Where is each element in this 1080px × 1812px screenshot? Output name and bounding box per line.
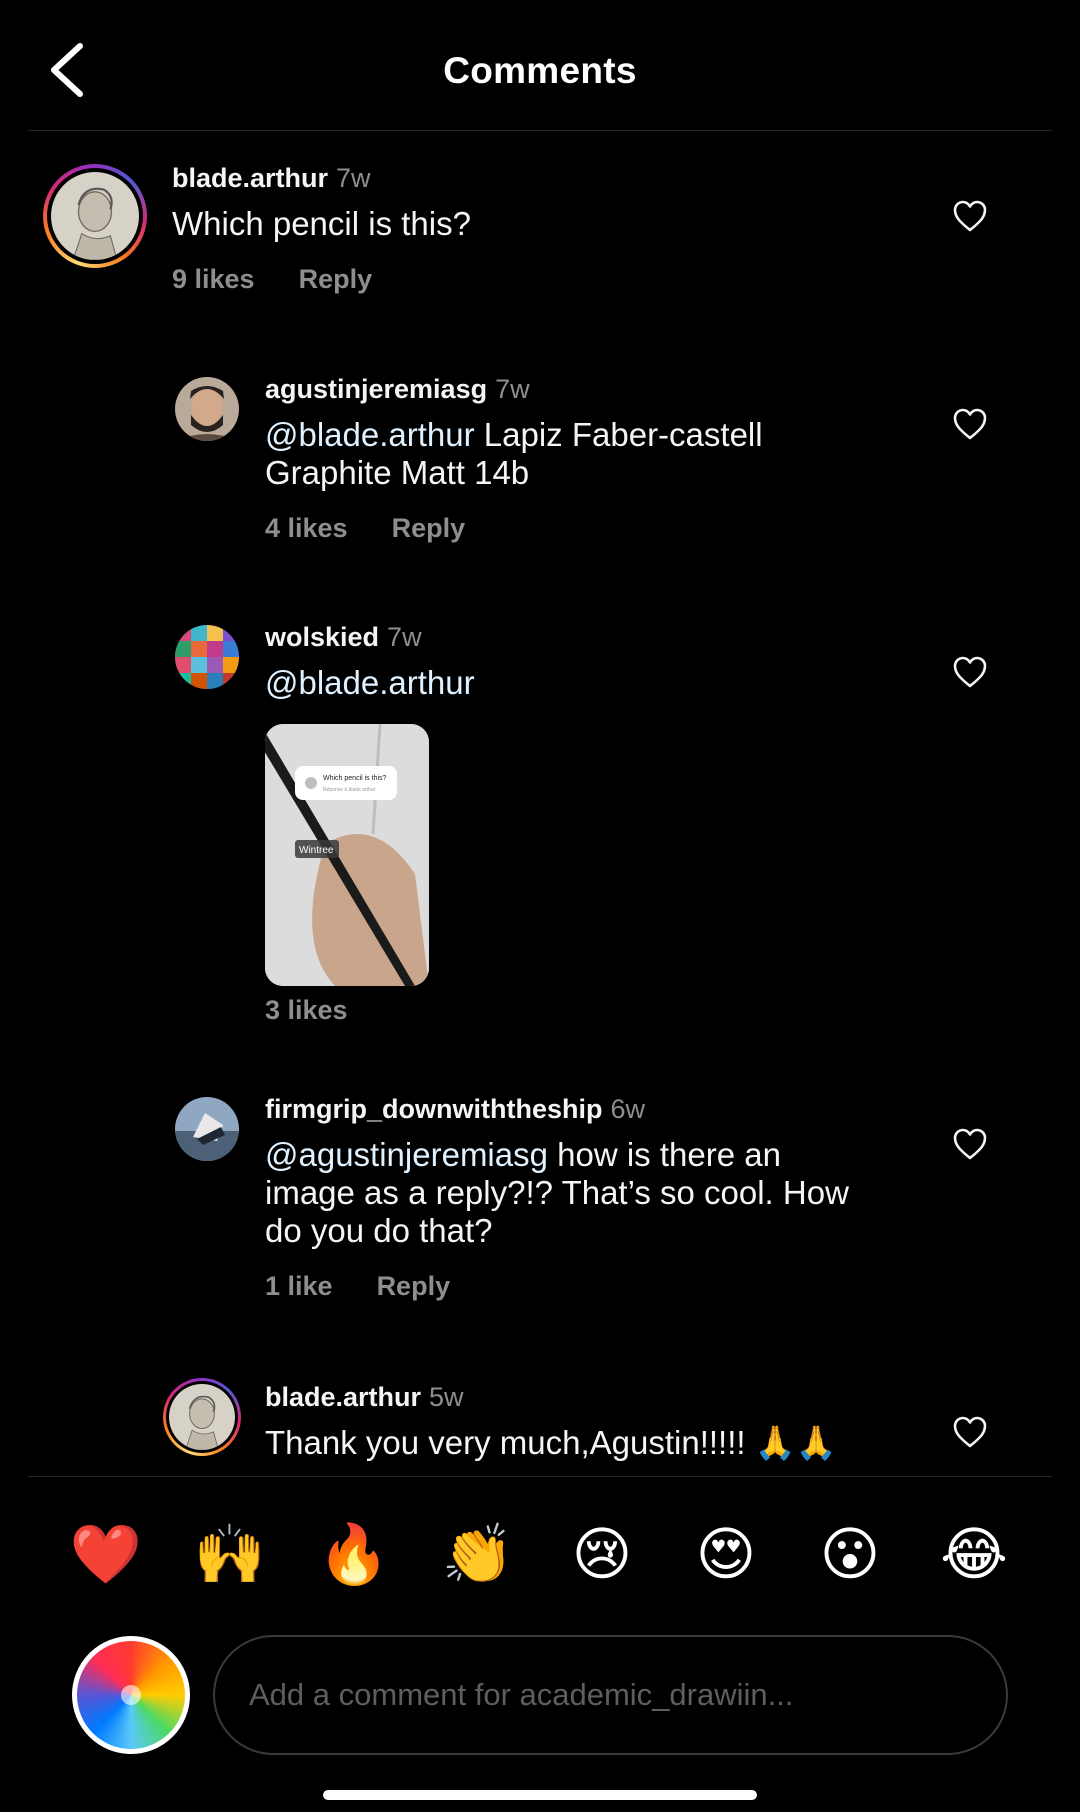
comment-time: 6w: [610, 1094, 646, 1124]
comment-username[interactable]: blade.arthur: [172, 163, 328, 193]
comment-time: 7w: [387, 622, 422, 652]
reply-item: wolskied 7w @blade.arthur Which pencil is…: [0, 607, 1080, 1027]
heart-icon[interactable]: [952, 199, 988, 233]
mention-link[interactable]: @agustinjeremiasg: [265, 1136, 548, 1173]
reply-item: agustinjeremiasg 7w @blade.arthur Lapiz F…: [0, 359, 1080, 579]
composer-avatar[interactable]: [72, 1636, 190, 1754]
avatar[interactable]: [43, 164, 147, 268]
comment-username[interactable]: firmgrip_downwiththeship: [265, 1094, 603, 1124]
avatar[interactable]: [175, 377, 239, 441]
home-indicator[interactable]: [323, 1790, 757, 1800]
comment-actions: 4 likes Reply: [265, 513, 509, 544]
likes-count[interactable]: 4 likes: [265, 513, 348, 543]
comment-text-line: do you do that?: [265, 1212, 493, 1249]
comment-actions: 3 likes: [265, 995, 392, 1026]
avatar-sketch-image: [51, 172, 139, 260]
comment-text: @agustinjeremiasg how is there an image …: [265, 1136, 849, 1250]
comments-screen: Comments blade.arthur7w Which pencil is: [0, 0, 1080, 1812]
comment-meta: firmgrip_downwiththeship 6w: [265, 1094, 645, 1125]
comment-meta: blade.arthur 5w: [265, 1382, 464, 1413]
card-title: Which pencil is this?: [323, 775, 387, 782]
emoji-fire[interactable]: 🔥: [314, 1515, 394, 1595]
pencil-photo-image: Which pencil is this? Réponse à blade.ar…: [265, 724, 429, 986]
comments-list[interactable]: blade.arthur 7w Which pencil is this? 9 l…: [0, 131, 1080, 1476]
comment-username[interactable]: wolskied: [265, 622, 379, 652]
emoji-heart-eyes[interactable]: 😍: [686, 1515, 766, 1595]
mention-link[interactable]: @blade.arthur: [265, 416, 475, 453]
avatar-collage-image: [175, 625, 239, 689]
heart-icon[interactable]: [952, 407, 988, 441]
reply-button[interactable]: Reply: [392, 513, 466, 543]
card-subtitle: Réponse à blade.arthur: [323, 787, 376, 793]
likes-count[interactable]: 3 likes: [265, 995, 348, 1025]
comment-item: blade.arthur 7w Which pencil is this? 9 l…: [0, 131, 1080, 321]
reply-item: firmgrip_downwiththeship 6w @agustinjerem…: [0, 1079, 1080, 1329]
reply-image-thumbnail[interactable]: Which pencil is this? Réponse à blade.ar…: [265, 724, 429, 986]
avatar-sketch-image: [169, 1384, 235, 1450]
emoji-crying[interactable]: 😢: [562, 1515, 642, 1595]
comment-time: 7w: [336, 163, 371, 193]
emoji-clapping[interactable]: 👏: [438, 1515, 518, 1595]
avatar[interactable]: [163, 1378, 241, 1456]
avatar-center: [121, 1685, 141, 1705]
heart-icon[interactable]: [952, 1415, 988, 1449]
comment-meta: blade.arthur 7w: [172, 163, 371, 194]
emoji-bar: ❤️ 🙌 🔥 👏 😢 😍 😮 😂: [0, 1515, 1080, 1595]
comment-text-line: how is there an: [547, 1136, 781, 1173]
avatar-photo-image: [175, 377, 239, 441]
comment-text-line: image as a reply?!? That’s so cool. How: [265, 1174, 849, 1211]
emoji-laughing[interactable]: 😂: [934, 1515, 1014, 1595]
heart-icon[interactable]: [952, 655, 988, 689]
comment-text: @blade.arthur Lapiz Faber-castell Graphi…: [265, 416, 763, 492]
comment-text: Thank you very much,Agustin!!!!! 🙏🙏: [265, 1424, 837, 1461]
likes-count[interactable]: 9 likes: [172, 264, 255, 294]
comment-input[interactable]: [213, 1635, 1008, 1755]
comment-username[interactable]: blade.arthur: [265, 1382, 421, 1412]
avatar[interactable]: [175, 1097, 239, 1161]
composer-divider: [28, 1476, 1052, 1477]
comment-text-line: Graphite Matt 14b: [265, 454, 530, 491]
avatar[interactable]: [175, 625, 239, 689]
reply-item: blade.arthur 5w Thank you very much,Agust…: [0, 1367, 1080, 1476]
comment-actions: 9 likes Reply: [172, 264, 416, 295]
comment-username[interactable]: agustinjeremiasg: [265, 374, 487, 404]
image-tag: Wintree: [299, 845, 334, 856]
likes-count[interactable]: 1 like: [265, 1271, 333, 1301]
page-title: Comments: [443, 50, 637, 91]
comment-time: 7w: [495, 374, 530, 404]
header: Comments: [0, 0, 1080, 131]
emoji-surprised[interactable]: 😮: [810, 1515, 890, 1595]
mention-link[interactable]: @blade.arthur: [265, 664, 475, 701]
reply-button[interactable]: Reply: [377, 1271, 451, 1301]
emoji-heart[interactable]: ❤️: [66, 1515, 146, 1595]
reply-button[interactable]: Reply: [299, 264, 373, 294]
heart-icon[interactable]: [952, 1127, 988, 1161]
comment-actions: 1 like Reply: [265, 1271, 494, 1302]
avatar-ship-image: [175, 1097, 239, 1161]
comment-meta: wolskied 7w: [265, 622, 422, 653]
comment-text-line: Lapiz Faber-castell: [474, 416, 763, 453]
emoji-raising-hands[interactable]: 🙌: [190, 1515, 270, 1595]
comment-text: @blade.arthur: [265, 664, 475, 702]
comment-meta: agustinjeremiasg 7w: [265, 374, 530, 405]
comment-text: Which pencil is this?: [172, 205, 471, 242]
comment-time: 5w: [429, 1382, 464, 1412]
